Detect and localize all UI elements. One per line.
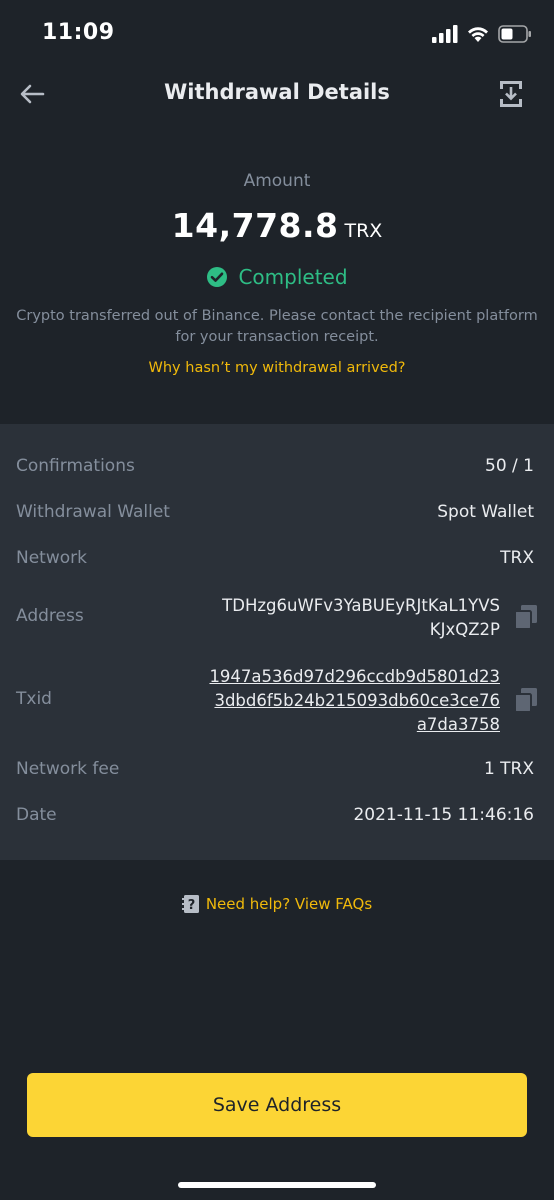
copy-address-icon[interactable] [514,604,538,630]
address-value: TDHzg6uWFv3YaBUEyRJtKaL1YVS KJxQZ2P [222,594,500,642]
address-line: KJxQZ2P [429,620,500,639]
page-title: Withdrawal Details [164,80,390,104]
nav-bar: Withdrawal Details [0,66,554,122]
confirmations-label: Confirmations [16,456,135,476]
faq-text[interactable]: Need help? View FAQs [206,895,372,913]
amount-label: Amount [243,171,311,191]
withdrawal-summary: Amount 14,778.8 TRX Completed Crypto tra… [0,166,554,376]
fee-value: 1 TRX [483,759,534,779]
share-export-icon [500,81,522,107]
txid-value[interactable]: 1947a536d97d296ccdb9d5801d23 3dbd6f5b24b… [209,665,500,737]
share-button[interactable] [496,78,526,110]
details-panel: Confirmations 50 / 1 Withdrawal Wallet S… [0,424,554,860]
save-address-button[interactable]: Save Address [27,1073,527,1137]
status-bar: 11:09 [0,0,554,66]
svg-text:?: ? [188,898,196,913]
signal-icon [432,25,458,43]
fee-label: Network fee [16,759,120,779]
copy-txid-icon[interactable] [514,687,538,713]
check-circle-icon [207,267,228,287]
confirmations-value: 50 / 1 [485,456,534,476]
date-label: Date [16,805,57,825]
txid-line[interactable]: 3dbd6f5b24b215093db60ce3ce76 [209,689,500,713]
date-value: 2021-11-15 11:46:16 [353,805,534,825]
wifi-icon [468,27,488,42]
network-label: Network [16,548,87,568]
status-line: Completed [0,262,554,292]
status-time: 11:09 [42,20,115,45]
faq-help-icon: ? [181,895,199,913]
amount-value: 14,778.8 [171,206,339,245]
home-indicator [178,1182,376,1188]
amount-line: 14,778.8 TRX [0,206,554,250]
txid-label: Txid [16,689,52,709]
status-text: Completed [238,265,348,289]
battery-icon [498,25,531,43]
info-line: Crypto transferred out of Binance. Pleas… [16,308,538,324]
wallet-label: Withdrawal Wallet [16,502,170,522]
amount-unit: TRX [344,220,383,242]
info-text: Crypto transferred out of Binance. Pleas… [12,306,542,348]
txid-line[interactable]: 1947a536d97d296ccdb9d5801d23 [209,665,500,689]
status-icons [432,22,532,46]
faq-link[interactable]: ? Need help? View FAQs [0,890,554,918]
txid-line[interactable]: a7da3758 [209,713,500,737]
info-line: for your transaction receipt. [175,329,379,345]
network-value: TRX [500,548,534,568]
wallet-value: Spot Wallet [437,502,534,522]
address-label: Address [16,606,84,626]
withdrawal-help-link[interactable]: Why hasn’t my withdrawal arrived? [0,360,554,376]
address-line: TDHzg6uWFv3YaBUEyRJtKaL1YVS [222,596,500,615]
